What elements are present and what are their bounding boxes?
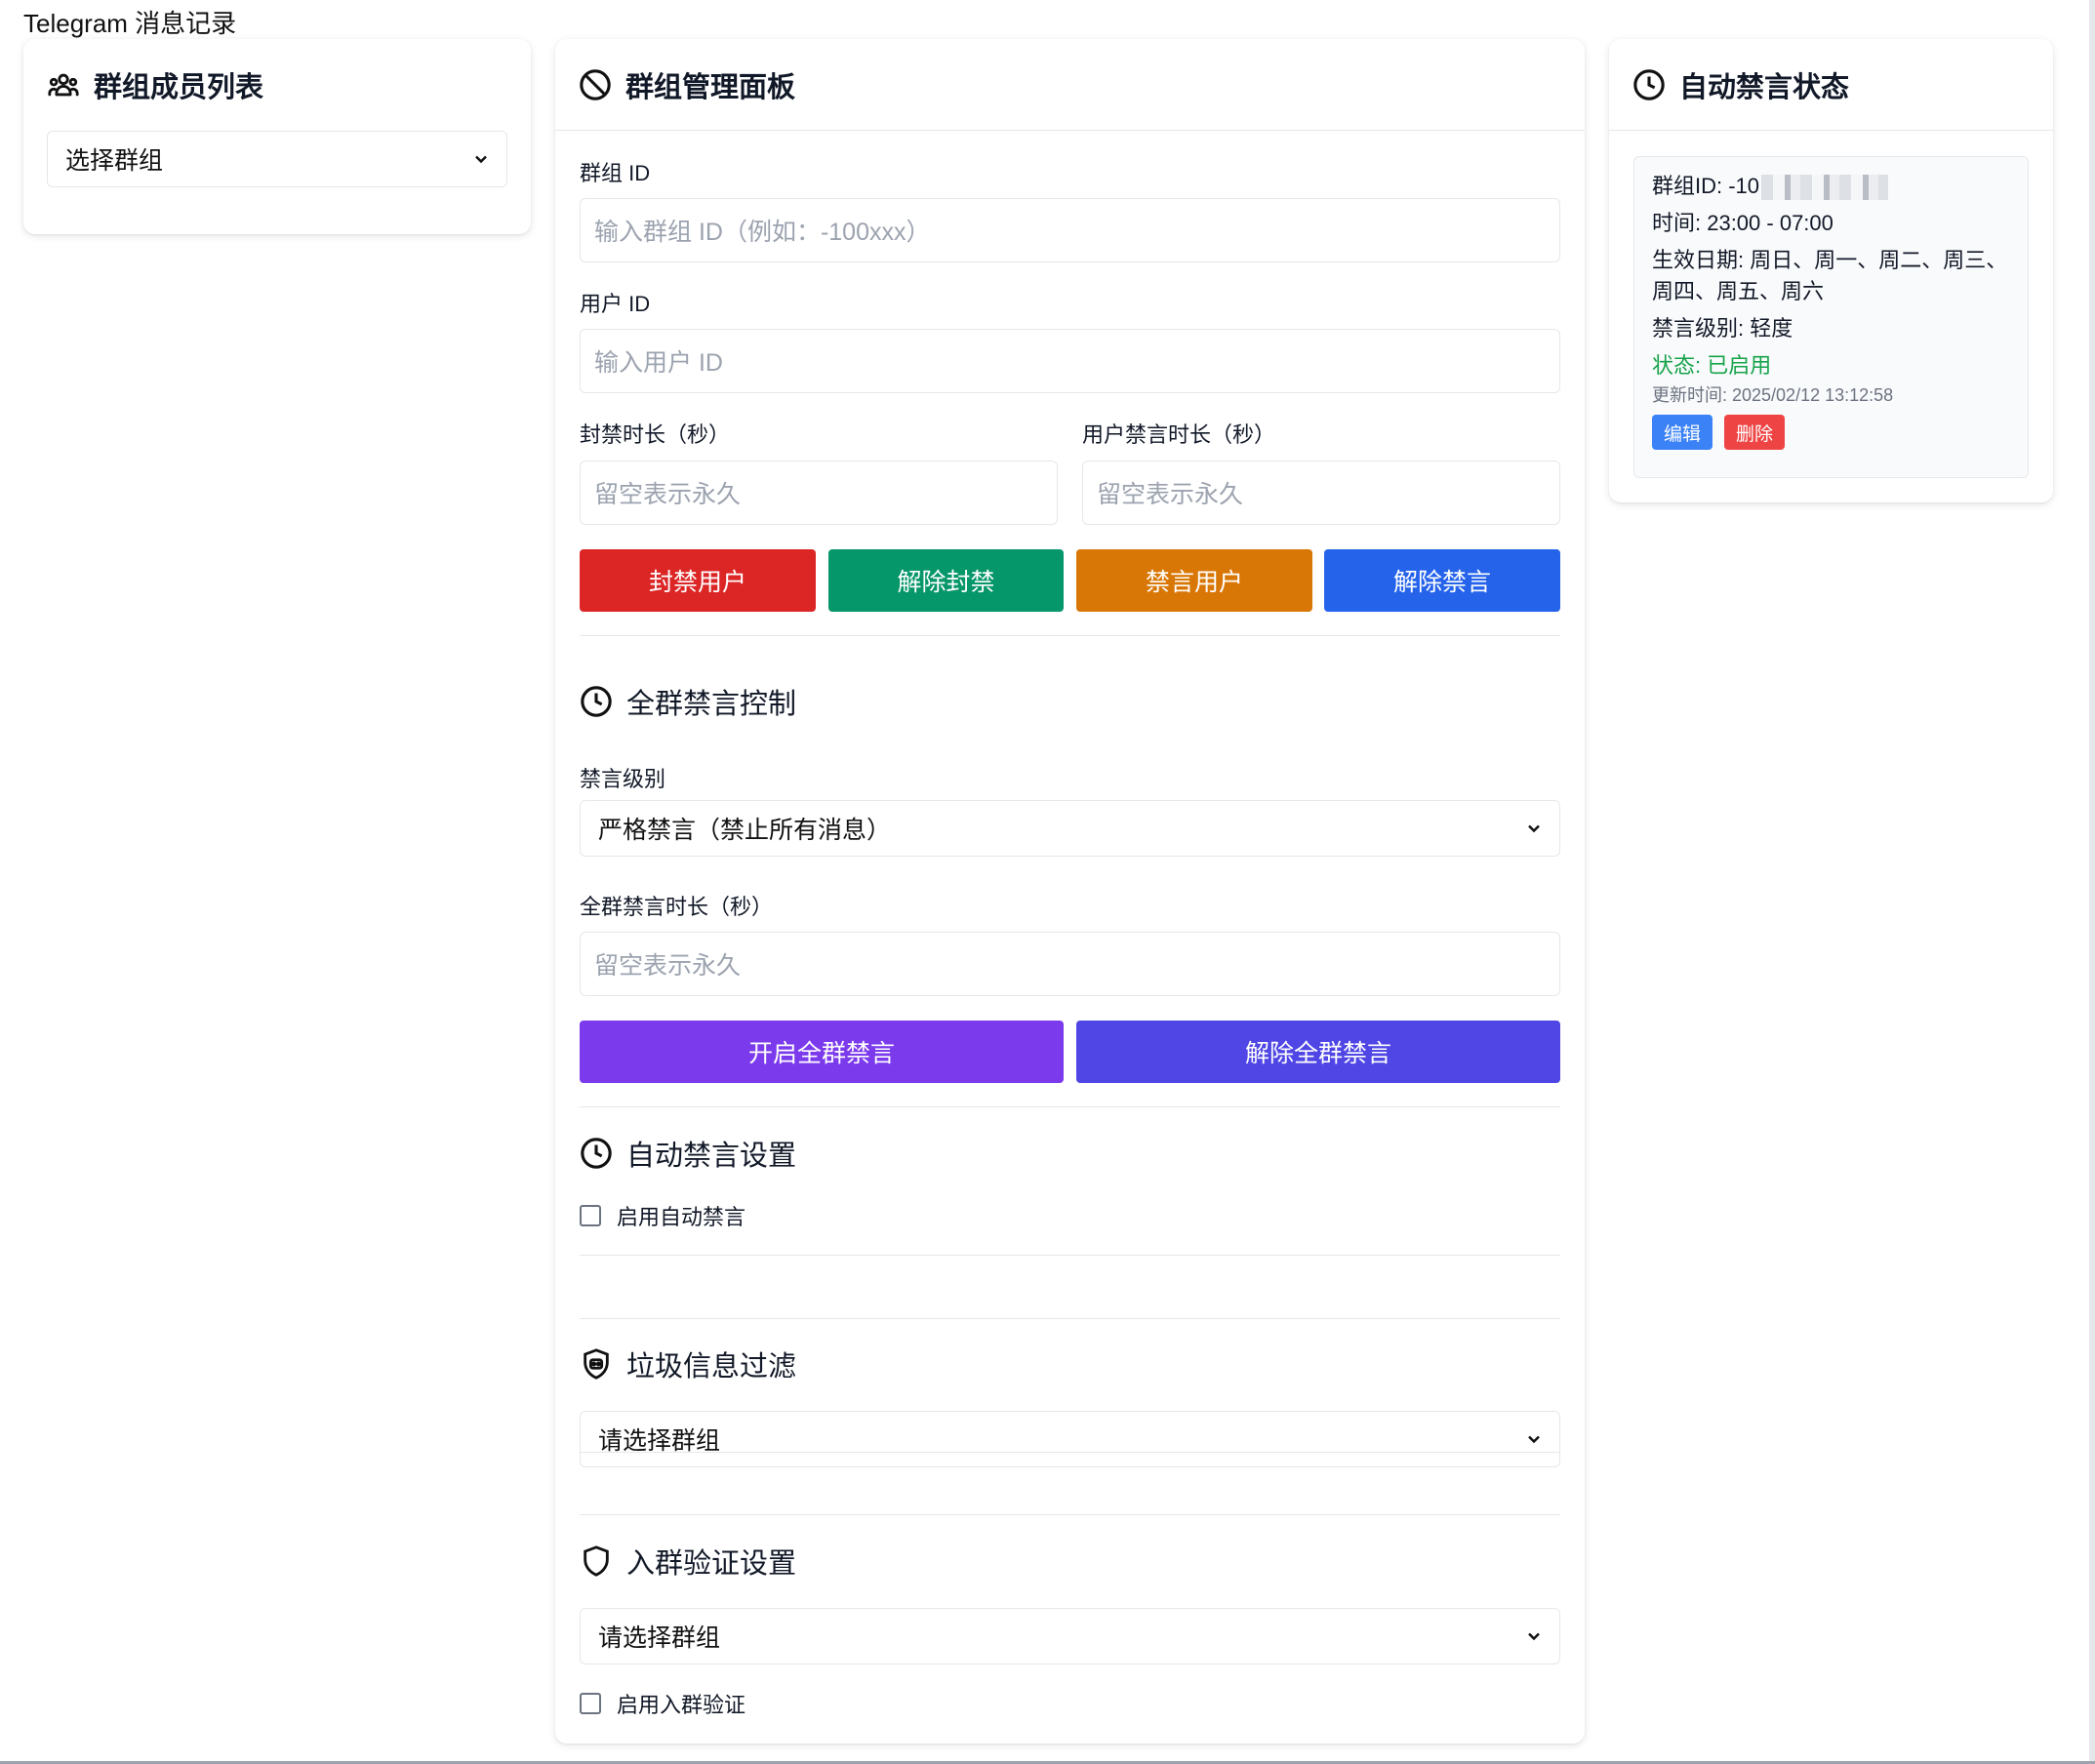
clock-icon [1632,68,1666,101]
auto-mute-title: 自动禁言设置 [626,1141,797,1172]
members-group-select[interactable]: 选择群组 [47,131,507,187]
ban-duration-input[interactable]: 留空表示永久 [580,461,1058,525]
auto-status-card: 自动禁言状态 群组ID: -10 时间: 23:00 - 07:00 生效日期:… [1609,39,2053,502]
mute-level-select[interactable]: 严格禁言（禁止所有消息） [580,800,1560,857]
spam-filter-section-title: 垃圾信息过滤 [580,1325,796,1403]
auto-mute-checkbox[interactable] [580,1205,601,1226]
auto-status-card-header: 自动禁言状态 [1609,39,2053,131]
group-id-label: 群组 ID [580,161,651,185]
spam-filter-title: 垃圾信息过滤 [626,1351,797,1383]
divider [580,635,1560,636]
ban-duration-placeholder: 留空表示永久 [594,481,742,508]
auto-status-card-title: 自动禁言状态 [1679,71,1850,103]
ban-icon [579,68,612,101]
ban-user-button[interactable]: 封禁用户 [580,549,816,612]
ban-duration-label: 封禁时长（秒） [580,422,731,447]
join-verify-group-select[interactable]: 请选择群组 [580,1608,1560,1664]
auto-mute-checkbox-row[interactable]: 启用自动禁言 [580,1200,745,1231]
members-card: 群组成员列表 选择群组 [23,39,531,234]
status-group-id: 群组ID: -10 [1652,171,2010,202]
status-effective-days: 生效日期: 周日、周一、周二、周三、周四、周五、周六 [1652,248,2008,303]
admin-card-title: 群组管理面板 [625,71,796,103]
auto-mute-section-title: 自动禁言设置 [580,1114,796,1192]
status-updated: 更新时间: 2025/02/12 13:12:58 [1652,385,1894,405]
chevron-down-icon [1528,1632,1540,1641]
spam-filter-group-select[interactable]: 请选择群组 [580,1411,1560,1467]
edit-button[interactable]: 编辑 [1652,415,1713,450]
join-verify-checkbox[interactable] [580,1693,601,1714]
mute-duration-label: 用户禁言时长（秒） [1082,422,1276,447]
enable-global-mute-button[interactable]: 开启全群禁言 [580,1021,1064,1083]
mute-level-value: 严格禁言（禁止所有消息） [598,817,892,844]
global-mute-duration-input[interactable]: 留空表示永久 [580,932,1560,996]
status-actions: 编辑 删除 [1652,415,2010,450]
chevron-down-icon [1528,1435,1540,1444]
app-title: Telegram 消息记录 [23,9,237,38]
chevron-down-icon [1528,824,1540,833]
mute-user-button[interactable]: 禁言用户 [1076,549,1312,612]
shield-icon [580,1544,613,1578]
status-time: 时间: 23:00 - 07:00 [1652,211,1833,235]
join-verify-section-title: 入群验证设置 [580,1522,796,1600]
group-id-input[interactable]: 输入群组 ID（例如：-100xxx） [580,198,1560,262]
divider [580,1106,1560,1107]
join-verify-checkbox-label: 启用入群验证 [617,1693,746,1717]
global-mute-title: 全群禁言控制 [626,689,797,720]
auto-mute-checkbox-label: 启用自动禁言 [617,1205,746,1229]
mute-duration-input[interactable]: 留空表示永久 [1082,461,1560,525]
users-icon [47,68,80,101]
admin-card: 群组管理面板 群组 ID 输入群组 ID（例如：-100xxx） 用户 ID 输… [555,39,1585,1744]
members-group-select-value: 选择群组 [65,147,164,175]
divider [580,1318,1560,1319]
divider [580,1255,1560,1256]
mute-level-label: 禁言级别 [580,767,666,791]
join-verify-group-value: 请选择群组 [598,1624,721,1652]
mute-duration-placeholder: 留空表示永久 [1097,481,1244,508]
redacted-blur [1761,175,1889,201]
divider [580,1514,1560,1515]
user-id-label: 用户 ID [580,292,651,316]
members-card-header: 群组成员列表 [23,39,531,131]
divider [580,1452,1560,1453]
unban-user-button[interactable]: 解除封禁 [828,549,1064,612]
members-card-title: 群组成员列表 [94,72,264,103]
unmute-user-button[interactable]: 解除禁言 [1324,549,1560,612]
clock-icon [580,1137,613,1170]
delete-button[interactable]: 删除 [1724,415,1786,450]
admin-card-header: 群组管理面板 [555,39,1585,131]
join-verify-checkbox-row[interactable]: 启用入群验证 [580,1688,745,1719]
user-id-input[interactable]: 输入用户 ID [580,329,1560,393]
chevron-down-icon [475,155,487,164]
group-id-placeholder: 输入群组 ID（例如：-100xxx） [594,219,931,246]
join-verify-title: 入群验证设置 [626,1548,797,1580]
auto-status-entry: 群组ID: -10 时间: 23:00 - 07:00 生效日期: 周日、周一、… [1633,156,2029,478]
shield-robot-icon [580,1347,613,1381]
status-enabled: 状态: 已启用 [1652,353,1772,378]
status-group-id-text: 群组ID: -10 [1652,174,1760,198]
scrollbar[interactable] [2089,0,2095,1764]
disable-global-mute-button[interactable]: 解除全群禁言 [1076,1021,1560,1083]
global-mute-section-title: 全群禁言控制 [580,681,796,722]
user-id-placeholder: 输入用户 ID [594,349,723,377]
global-mute-duration-placeholder: 留空表示永久 [594,952,742,980]
status-level: 禁言级别: 轻度 [1652,316,1793,341]
clock-icon [580,685,613,718]
global-mute-duration-label: 全群禁言时长（秒） [580,895,774,919]
